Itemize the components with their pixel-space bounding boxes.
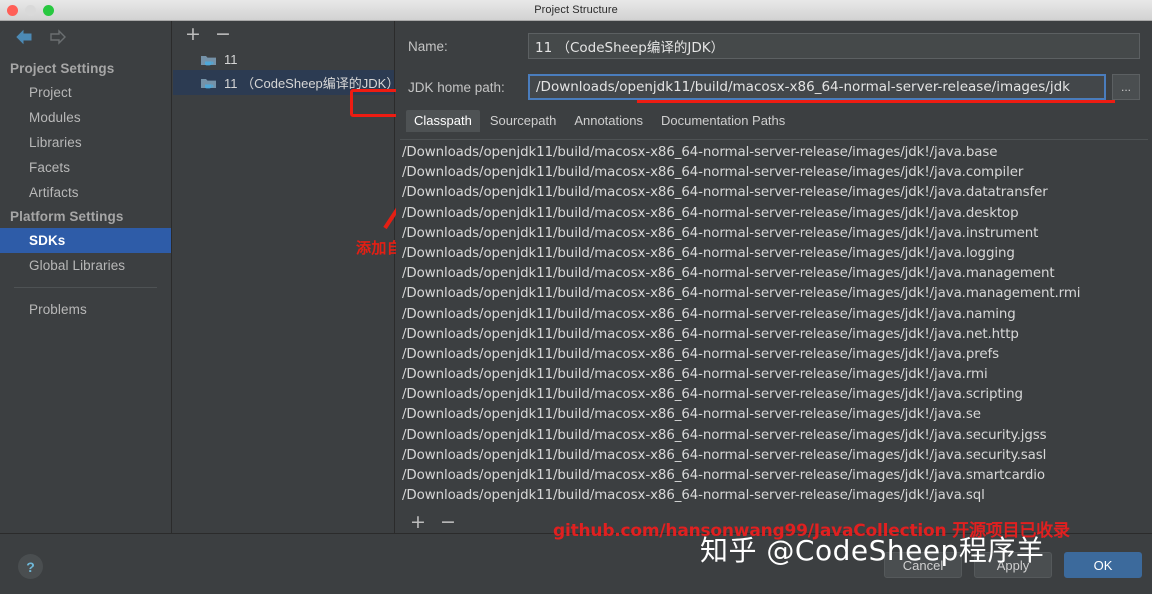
sidebar-item-libraries[interactable]: Libraries [0, 130, 171, 155]
tree-row-label: 11 [224, 52, 238, 67]
close-button[interactable] [7, 5, 18, 16]
sidebar-item-artifacts[interactable]: Artifacts [0, 180, 171, 205]
tree-row[interactable]: 11 （CodeSheep编译的JDK） [173, 70, 399, 95]
list-item[interactable]: /Downloads/openjdk11/build/macosx-x86_64… [400, 305, 1148, 325]
tree-row-label: 11 （CodeSheep编译的JDK） [224, 76, 400, 91]
window-title: Project Structure [534, 4, 618, 16]
list-item[interactable]: /Downloads/openjdk11/build/macosx-x86_64… [400, 405, 1148, 425]
jdk-folder-icon [200, 76, 217, 90]
sidebar-item-sdks[interactable]: SDKs [0, 228, 171, 253]
classpath-list[interactable]: /Downloads/openjdk11/build/macosx-x86_64… [400, 143, 1148, 507]
name-input[interactable]: 11 （CodeSheep编译的JDK） [528, 33, 1140, 59]
list-item[interactable]: /Downloads/openjdk11/build/macosx-x86_64… [400, 486, 1148, 506]
minimize-button[interactable] [25, 5, 36, 16]
tabs-underline [400, 139, 1148, 140]
list-item[interactable]: /Downloads/openjdk11/build/macosx-x86_64… [400, 385, 1148, 405]
white-watermark-text: 知乎 @CodeSheep程序羊 [700, 534, 1045, 567]
add-sdk-button[interactable]: + [185, 25, 201, 44]
list-item[interactable]: /Downloads/openjdk11/build/macosx-x86_64… [400, 446, 1148, 466]
ok-button[interactable]: OK [1064, 552, 1142, 578]
list-item[interactable]: /Downloads/openjdk11/build/macosx-x86_64… [400, 365, 1148, 385]
list-item[interactable]: /Downloads/openjdk11/build/macosx-x86_64… [400, 143, 1148, 163]
sidebar-group-project-settings: Project Settings [10, 61, 115, 76]
list-item[interactable]: /Downloads/openjdk11/build/macosx-x86_64… [400, 183, 1148, 203]
help-button[interactable]: ? [18, 554, 43, 579]
zoom-button[interactable] [43, 5, 54, 16]
navigation-buttons [0, 21, 171, 45]
sidebar-item-problems[interactable]: Problems [0, 297, 171, 322]
sidebar-divider [14, 287, 157, 288]
project-structure-dialog: Project Structure Project Settings Proje… [0, 0, 1152, 594]
sdk-tree-panel: + − 11 11 （CodeSheep编译的JDK） [173, 21, 567, 533]
window-controls [7, 5, 54, 16]
remove-classpath-button[interactable]: − [440, 512, 456, 531]
remove-sdk-button[interactable]: − [215, 25, 231, 44]
title-bar: Project Structure [0, 0, 1152, 21]
sidebar-item-facets[interactable]: Facets [0, 155, 171, 180]
sdk-tree-toolbar: + − [173, 21, 394, 44]
browse-button[interactable]: ... [1112, 74, 1140, 100]
settings-sidebar: Project Settings Project Modules Librari… [0, 21, 172, 533]
sidebar-item-modules[interactable]: Modules [0, 105, 171, 130]
sdk-tree-rows: 11 11 （CodeSheep编译的JDK） [173, 49, 399, 95]
list-item[interactable]: /Downloads/openjdk11/build/macosx-x86_64… [400, 466, 1148, 486]
path-highlight-underline [637, 100, 1115, 103]
tab-documentation-paths[interactable]: Documentation Paths [653, 110, 793, 132]
list-item[interactable]: /Downloads/openjdk11/build/macosx-x86_64… [400, 284, 1148, 304]
arrow-right-icon[interactable] [48, 29, 68, 45]
list-item[interactable]: /Downloads/openjdk11/build/macosx-x86_64… [400, 264, 1148, 284]
list-item[interactable]: /Downloads/openjdk11/build/macosx-x86_64… [400, 163, 1148, 183]
tab-sourcepath[interactable]: Sourcepath [482, 110, 565, 132]
arrow-left-icon[interactable] [14, 29, 34, 45]
jdk-home-path-input[interactable]: /Downloads/openjdk11/build/macosx-x86_64… [528, 74, 1106, 100]
detail-tabs: Classpath Sourcepath Annotations Documen… [406, 110, 1152, 132]
list-item[interactable]: /Downloads/openjdk11/build/macosx-x86_64… [400, 224, 1148, 244]
list-item[interactable]: /Downloads/openjdk11/build/macosx-x86_64… [400, 244, 1148, 264]
list-item[interactable]: /Downloads/openjdk11/build/macosx-x86_64… [400, 426, 1148, 446]
list-item[interactable]: /Downloads/openjdk11/build/macosx-x86_64… [400, 325, 1148, 345]
jdk-folder-icon [200, 53, 217, 67]
sidebar-list: Project Settings Project Modules Librari… [0, 57, 171, 322]
jdk-home-path-row: JDK home path: /Downloads/openjdk11/buil… [396, 74, 1152, 100]
list-item[interactable]: /Downloads/openjdk11/build/macosx-x86_64… [400, 204, 1148, 224]
sidebar-item-global-libraries[interactable]: Global Libraries [0, 253, 171, 278]
tab-classpath[interactable]: Classpath [406, 110, 480, 132]
name-label: Name: [408, 38, 448, 54]
sidebar-item-project[interactable]: Project [0, 80, 171, 105]
list-item[interactable]: /Downloads/openjdk11/build/macosx-x86_64… [400, 345, 1148, 365]
name-field-row: Name: 11 （CodeSheep编译的JDK） [396, 33, 1152, 59]
tab-annotations[interactable]: Annotations [566, 110, 651, 132]
sidebar-group-platform-settings: Platform Settings [10, 209, 124, 224]
tree-row[interactable]: 11 [173, 49, 394, 70]
add-classpath-button[interactable]: + [410, 512, 426, 531]
jdk-home-path-label: JDK home path: [408, 79, 505, 95]
